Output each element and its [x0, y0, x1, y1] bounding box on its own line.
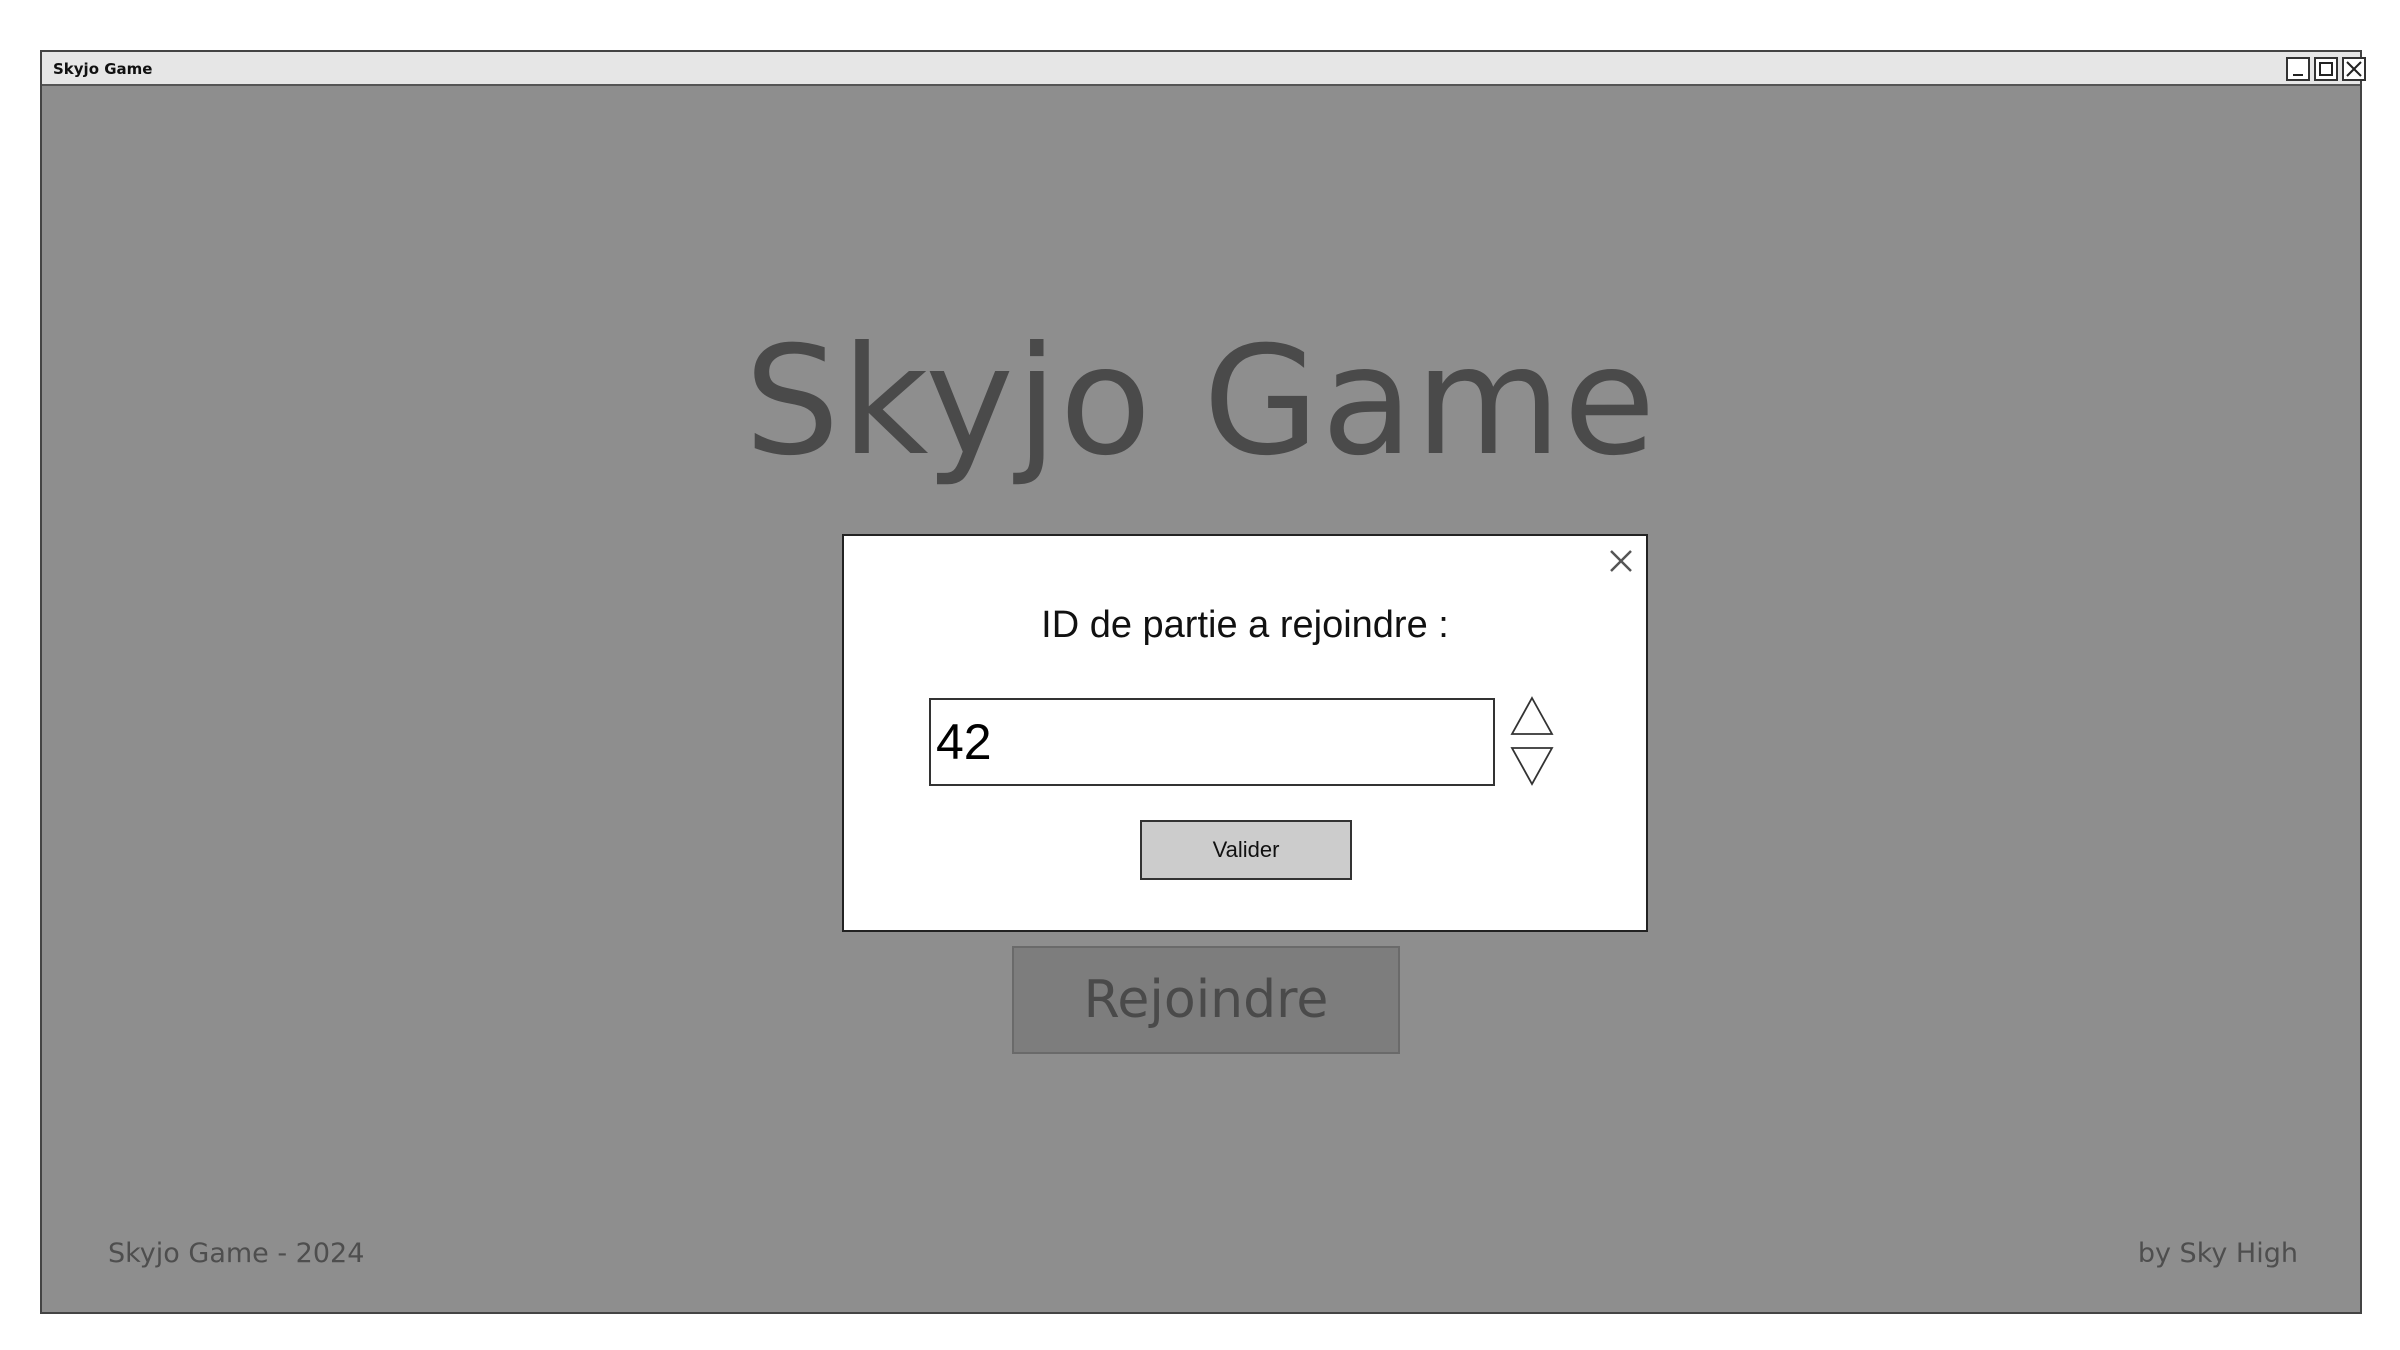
- join-game-dialog: ID de partie a rejoindre : 42 Valider: [842, 534, 1648, 932]
- minimize-icon: [2293, 74, 2303, 76]
- window-close-button[interactable]: [2342, 57, 2366, 81]
- maximize-icon: [2319, 62, 2333, 76]
- footer-copyright: Skyjo Game - 2024: [108, 1238, 365, 1269]
- footer-credit: by Sky High: [2137, 1238, 2298, 1269]
- maximize-button[interactable]: [2314, 57, 2338, 81]
- app-window: Skyjo Game Skyjo Game Rejoindre Skyjo Ga…: [40, 50, 2366, 1314]
- close-icon: [2346, 61, 2362, 77]
- triangle-up-icon: [1510, 696, 1554, 735]
- close-icon: [1610, 550, 1632, 572]
- join-button[interactable]: Rejoindre: [1012, 946, 1400, 1054]
- game-id-label: ID de partie a rejoindre :: [1041, 604, 1449, 646]
- decrement-button[interactable]: [1510, 746, 1554, 786]
- triangle-down-icon: [1510, 747, 1554, 786]
- increment-button[interactable]: [1510, 696, 1554, 736]
- window-titlebar: Skyjo Game: [42, 52, 2366, 86]
- app-title: Skyjo Game: [744, 315, 1658, 489]
- window-title: Skyjo Game: [53, 60, 153, 78]
- minimize-button[interactable]: [2286, 57, 2310, 81]
- dialog-close-button[interactable]: [1604, 544, 1638, 578]
- game-id-input[interactable]: 42: [929, 698, 1495, 786]
- validate-button[interactable]: Valider: [1140, 820, 1352, 880]
